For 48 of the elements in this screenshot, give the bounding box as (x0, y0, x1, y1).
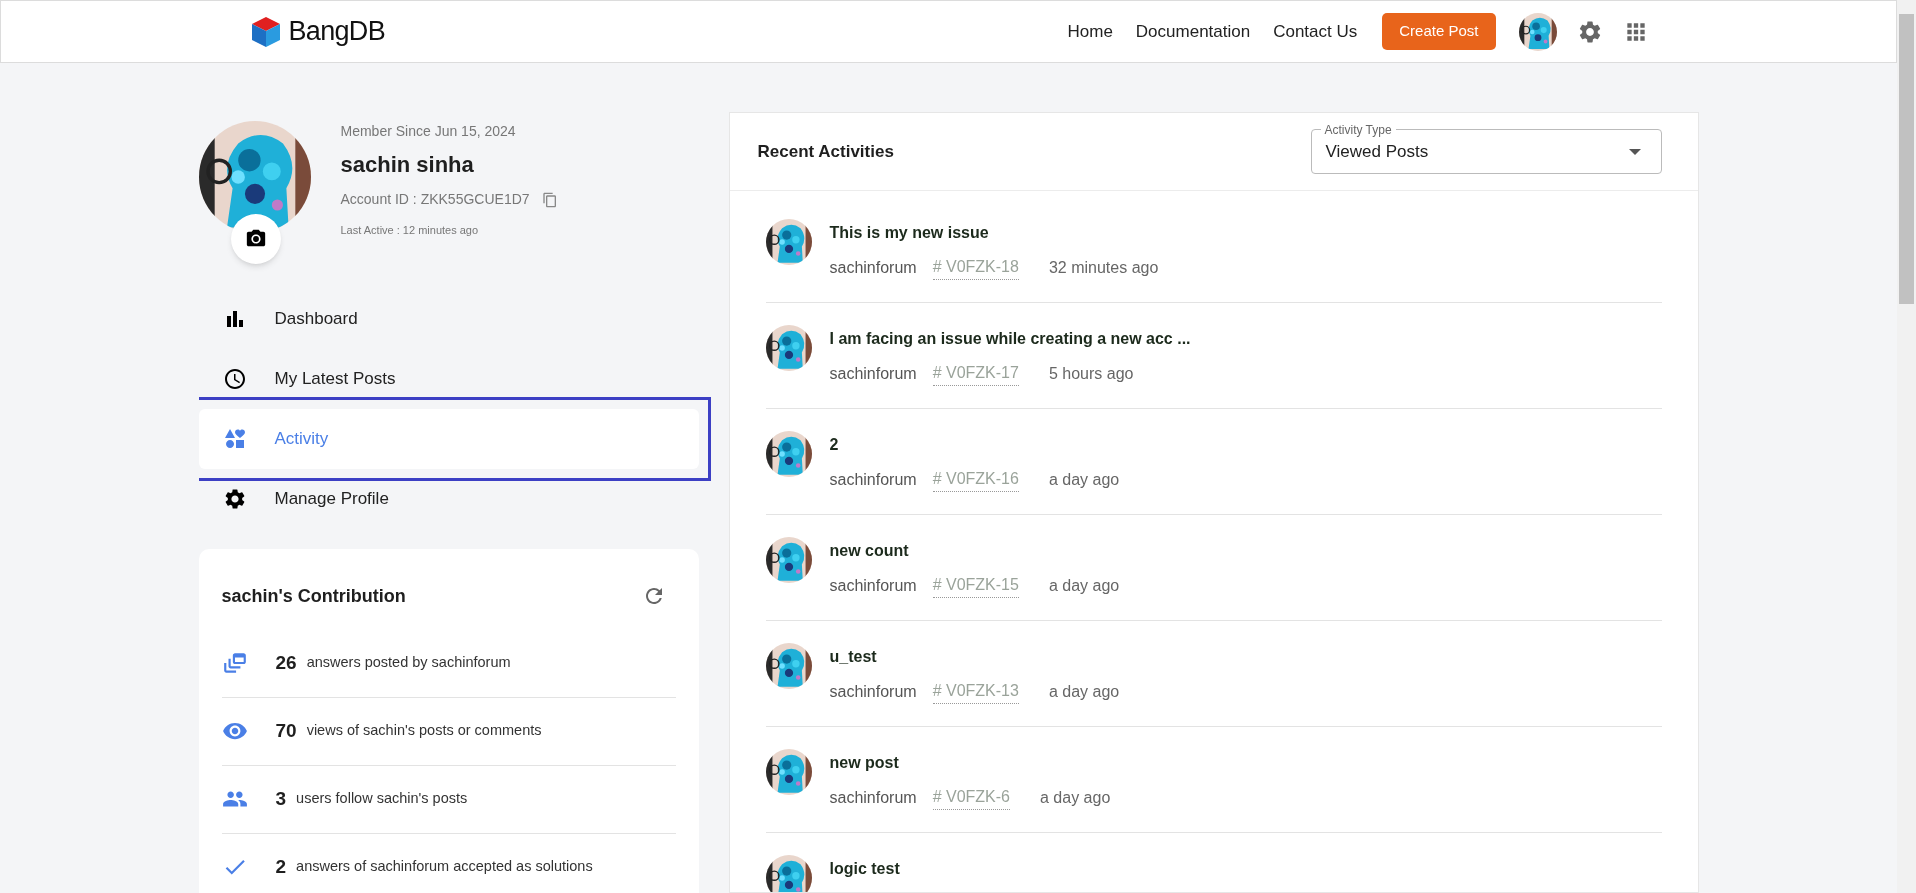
post-title[interactable]: u_test (829, 645, 1120, 669)
stat-text: answers posted by sachinforum (306, 653, 511, 673)
profile-name: sachin sinha (340, 151, 475, 179)
stat-count: 2 (275, 854, 287, 879)
card-title: sachin's Contribution (221, 584, 406, 608)
sidebar-item[interactable]: Dashboard (198, 288, 699, 349)
sidebar-item[interactable]: Manage Profile (198, 468, 699, 529)
scrollbar-thumb[interactable] (1899, 14, 1914, 304)
logo-text[interactable]: BangDB (288, 11, 385, 52)
post-time: 32 minutes ago (1048, 257, 1159, 278)
copy-icon[interactable] (541, 191, 558, 208)
post-author: sachinforum (829, 575, 917, 596)
post-author: sachinforum (829, 787, 917, 808)
camera-button[interactable] (230, 214, 281, 264)
clock-icon (222, 366, 247, 391)
member-since-text: Member Since Jun 15, 2024 (340, 122, 517, 141)
stat-text: views of sachin's posts or comments (306, 721, 542, 741)
post-author: sachinforum (829, 681, 917, 702)
stat-count: 70 (275, 718, 297, 743)
post-author: sachinforum (829, 469, 917, 490)
stat-count: 3 (275, 786, 287, 811)
nav-link[interactable]: Documentation (1135, 18, 1251, 45)
nav-link[interactable]: Contact Us (1273, 18, 1358, 45)
post-time: a day ago (1048, 575, 1120, 596)
sidebar-item[interactable]: Activity (198, 408, 699, 469)
post-author: sachinforum (829, 363, 917, 384)
post-title[interactable]: This is my new issue (829, 221, 1159, 245)
card-title: Recent Activities (757, 140, 894, 163)
last-active-text: Last Active : 12 minutes ago (340, 223, 480, 238)
caret-icon (1628, 148, 1641, 155)
post-title[interactable]: new count (829, 539, 1120, 563)
stat-text: answers of sachinforum accepted as solutions (296, 857, 593, 877)
post-time: a day ago (1048, 681, 1120, 702)
stacked-cards-icon (221, 650, 248, 676)
sidebar-item[interactable]: My Latest Posts (198, 348, 699, 409)
account-id-text: Account ID : ZKK55GCUE1D7 (340, 190, 530, 209)
stat-text: users follow sachin's posts (296, 789, 468, 809)
post-title[interactable]: 2 (829, 433, 1120, 457)
post-title[interactable]: I am facing an issue while creating a new acc ... (829, 327, 1191, 351)
post-time: a day ago (1048, 469, 1120, 490)
post-time: a day ago (1040, 787, 1111, 808)
stat-count: 26 (275, 650, 297, 675)
post-time: 5 hours ago (1048, 363, 1134, 384)
nav-link[interactable]: Home (1067, 18, 1113, 45)
post-author: sachinforum (829, 257, 917, 278)
scrollbar[interactable] (1897, 0, 1916, 893)
post-title[interactable]: logic test (829, 857, 900, 881)
post-title[interactable]: new post (829, 751, 1111, 775)
